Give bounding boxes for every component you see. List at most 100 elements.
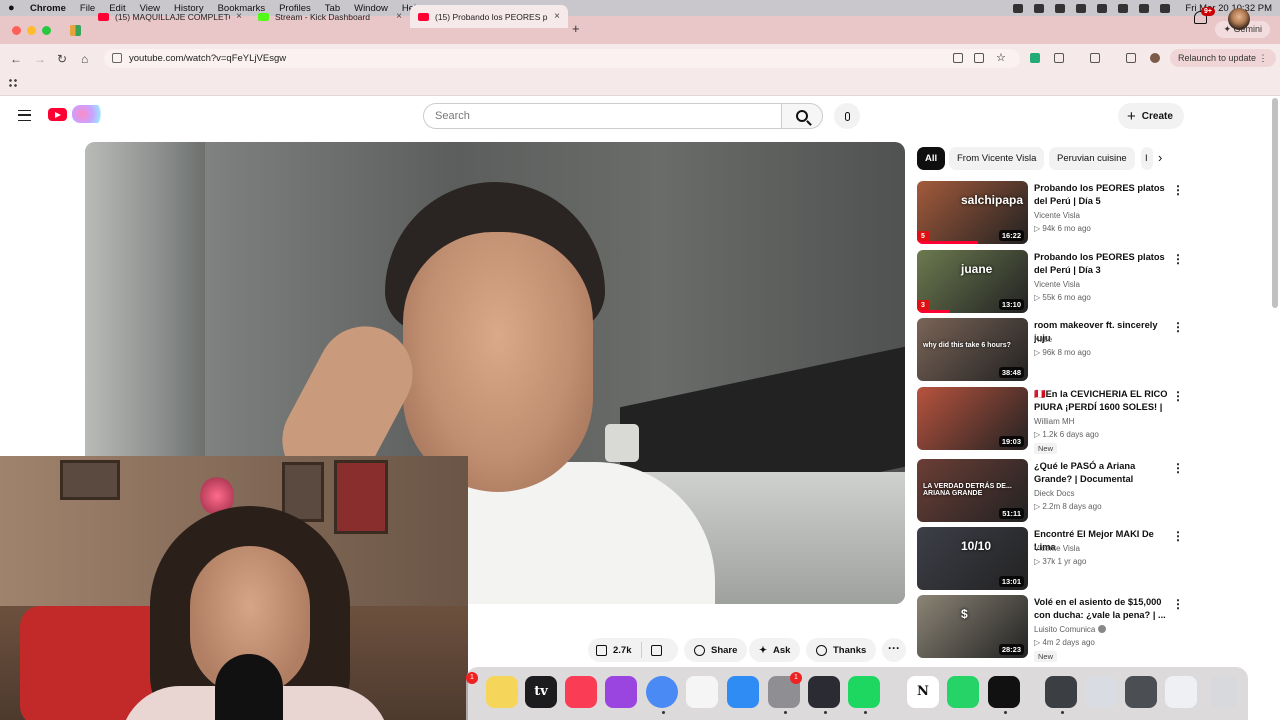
apple-menu-icon[interactable]: ● xyxy=(8,2,20,14)
tab-probando-active[interactable]: (15) Probando los PEORES pl × xyxy=(410,5,568,28)
video-thumbnail[interactable]: LA VERDAD DETRÁS DE... ARIANA GRANDE 51:1… xyxy=(917,459,1028,522)
more-options-icon[interactable]: ⋮ xyxy=(1172,320,1184,334)
more-options-icon[interactable]: ⋮ xyxy=(1172,183,1184,197)
dock-whatsapp-icon[interactable] xyxy=(947,676,979,708)
dock-window-3-icon[interactable] xyxy=(1125,676,1157,708)
extension-icon[interactable] xyxy=(1030,53,1040,63)
dock-trash-icon[interactable] xyxy=(1211,676,1237,708)
channel-name[interactable]: Luisito Comunica xyxy=(1034,625,1095,634)
youtube-doodle-icon[interactable] xyxy=(72,105,106,123)
site-info-icon[interactable] xyxy=(112,53,122,63)
more-options-icon[interactable]: ⋮ xyxy=(1172,597,1184,611)
more-options-icon[interactable]: ⋮ xyxy=(1172,529,1184,543)
zoom-window-button[interactable] xyxy=(42,26,51,35)
recommendation-channel[interactable]: Vicente Visla xyxy=(1034,211,1080,220)
status-app-icon[interactable] xyxy=(1034,3,1045,13)
menu-hamburger-icon[interactable] xyxy=(18,110,31,121)
page-scrollbar[interactable] xyxy=(1272,98,1278,308)
reading-list-icon[interactable] xyxy=(1126,53,1136,63)
thumbs-down-icon[interactable] xyxy=(650,644,662,656)
dock-capcut-icon[interactable] xyxy=(988,676,1020,708)
spotlight-icon[interactable] xyxy=(1118,3,1129,13)
tab-close-icon[interactable]: × xyxy=(236,11,242,22)
back-arrow-icon[interactable]: ← xyxy=(10,52,22,66)
recommendation-title[interactable]: ¿Qué le PASÓ a Ariana Grande? | Document… xyxy=(1034,460,1169,486)
dock-obs-icon[interactable] xyxy=(808,676,840,708)
tab-close-icon[interactable]: × xyxy=(396,11,402,22)
thumbs-up-icon[interactable] xyxy=(596,644,607,656)
chevron-right-icon[interactable]: › xyxy=(1158,150,1162,165)
user-icon[interactable] xyxy=(1160,3,1171,13)
dock-window-4-icon[interactable] xyxy=(1165,676,1197,708)
more-options-icon[interactable]: ⋮ xyxy=(1172,389,1184,403)
dock-spotify-icon[interactable] xyxy=(848,676,880,708)
voice-search-button[interactable] xyxy=(834,103,860,129)
tab-close-icon[interactable]: × xyxy=(554,11,560,22)
dock-podcasts-icon[interactable] xyxy=(605,676,637,708)
cast-icon[interactable] xyxy=(974,53,984,63)
recommendation-item[interactable]: juane 3 13:10 Probando los PEORES platos de… xyxy=(917,250,1187,313)
recommendation-item[interactable]: $28:23 Volé en el asiento de $15,000 con … xyxy=(917,595,1187,662)
play-icon[interactable] xyxy=(1076,3,1087,13)
bookmark-star-icon[interactable]: ☆ xyxy=(996,53,1006,64)
more-options-icon[interactable]: ⋮ xyxy=(1172,461,1184,475)
recommendation-item[interactable]: LA VERDAD DETRÁS DE... ARIANA GRANDE 51:1… xyxy=(917,459,1187,522)
recommendation-channel[interactable]: Katie xyxy=(1034,335,1052,344)
recommendation-title[interactable]: Volé en el asiento de $15,000 con ducha:… xyxy=(1034,596,1169,622)
chip-truncated[interactable]: I xyxy=(1141,147,1153,170)
like-count[interactable]: 2.7k xyxy=(613,645,632,656)
search-button[interactable] xyxy=(781,103,823,129)
recommendation-title[interactable]: Probando los PEORES platos del Perú | Dí… xyxy=(1034,251,1169,277)
new-tab-button[interactable]: + xyxy=(572,21,580,36)
dock-app-store-icon[interactable] xyxy=(727,676,759,708)
video-thumbnail[interactable]: 19:03 xyxy=(917,387,1028,450)
tab-maquillaje[interactable]: (15) MAQUILLAJE COMPLETO × xyxy=(90,5,250,28)
channel-name[interactable]: Vicente Visla xyxy=(1034,211,1080,220)
dock-chrome-icon[interactable] xyxy=(646,676,678,708)
chip-from-vicente-visla[interactable]: From Vicente Visla xyxy=(949,147,1045,170)
recommendation-title[interactable]: room makeover ft. sincerely juju xyxy=(1034,319,1169,345)
channel-name[interactable]: Vicente Visla xyxy=(1034,280,1080,289)
minimize-window-button[interactable] xyxy=(27,26,36,35)
more-options-icon[interactable]: ⋮ xyxy=(1172,252,1184,266)
channel-name[interactable]: William MH xyxy=(1034,417,1074,426)
channel-name[interactable]: Dieck Docs xyxy=(1034,489,1074,498)
dock-notes-icon[interactable] xyxy=(486,676,518,708)
search-input[interactable]: Search xyxy=(423,103,782,129)
recommendation-channel[interactable]: Luisito Comunica xyxy=(1034,625,1107,634)
youtube-logo-icon[interactable] xyxy=(48,108,67,121)
chip-all[interactable]: All xyxy=(917,147,946,170)
video-thumbnail[interactable]: $28:23 xyxy=(917,595,1028,658)
recommendation-title[interactable]: 🇵🇪En la CEVICHERIA EL RICO PIURA ¡PERDÍ … xyxy=(1034,388,1169,415)
apps-grid-icon[interactable] xyxy=(8,78,19,89)
recommendation-item[interactable]: why did this take 6 hours? 38:48 room make… xyxy=(917,318,1187,381)
recommendation-item[interactable]: 19:03 🇵🇪En la CEVICHERIA EL RICO PIURA ¡P… xyxy=(917,387,1187,454)
profile-avatar-icon[interactable] xyxy=(1150,53,1160,63)
recommendation-item[interactable]: salchipapa 5 16:22 Probando los PEORES plat… xyxy=(917,181,1187,244)
close-window-button[interactable] xyxy=(12,26,21,35)
account-avatar[interactable] xyxy=(1228,8,1250,30)
recommendation-channel[interactable]: Vicente Visla xyxy=(1034,544,1080,553)
dock-window-1-icon[interactable] xyxy=(1045,676,1077,708)
reload-icon[interactable]: ↻ xyxy=(57,52,67,66)
create-button[interactable]: + Create xyxy=(1118,103,1184,129)
recommendation-channel[interactable]: Dieck Docs xyxy=(1034,489,1074,498)
recommendation-channel[interactable]: William MH xyxy=(1034,417,1074,426)
dock-notion-icon[interactable]: N xyxy=(907,676,939,708)
side-panel-icon[interactable] xyxy=(1090,53,1100,63)
dock-news-icon[interactable] xyxy=(686,676,718,708)
menu-app-name[interactable]: Chrome xyxy=(30,3,66,14)
address-bar[interactable]: youtube.com/watch?v=qFeYLjVEsgw xyxy=(104,49,1020,68)
screen-record-icon[interactable] xyxy=(1013,3,1024,13)
home-icon[interactable]: ⌂ xyxy=(81,52,88,66)
control-center-icon[interactable] xyxy=(1139,3,1150,13)
dock-apple-tv-icon[interactable]: tv xyxy=(525,676,557,708)
thanks-button[interactable]: Thanks xyxy=(806,638,877,662)
recommendation-item[interactable]: 10/10 13:01 Encontré El Mejor MAKI De Lima… xyxy=(917,527,1187,590)
video-thumbnail[interactable]: why did this take 6 hours? 38:48 xyxy=(917,318,1028,381)
pinned-tab-icon[interactable] xyxy=(70,25,81,36)
more-actions-button[interactable]: ··· xyxy=(882,638,906,662)
channel-name[interactable]: Katie xyxy=(1034,335,1052,344)
recommendation-channel[interactable]: Vicente Visla xyxy=(1034,280,1080,289)
channel-name[interactable]: Vicente Visla xyxy=(1034,544,1080,553)
